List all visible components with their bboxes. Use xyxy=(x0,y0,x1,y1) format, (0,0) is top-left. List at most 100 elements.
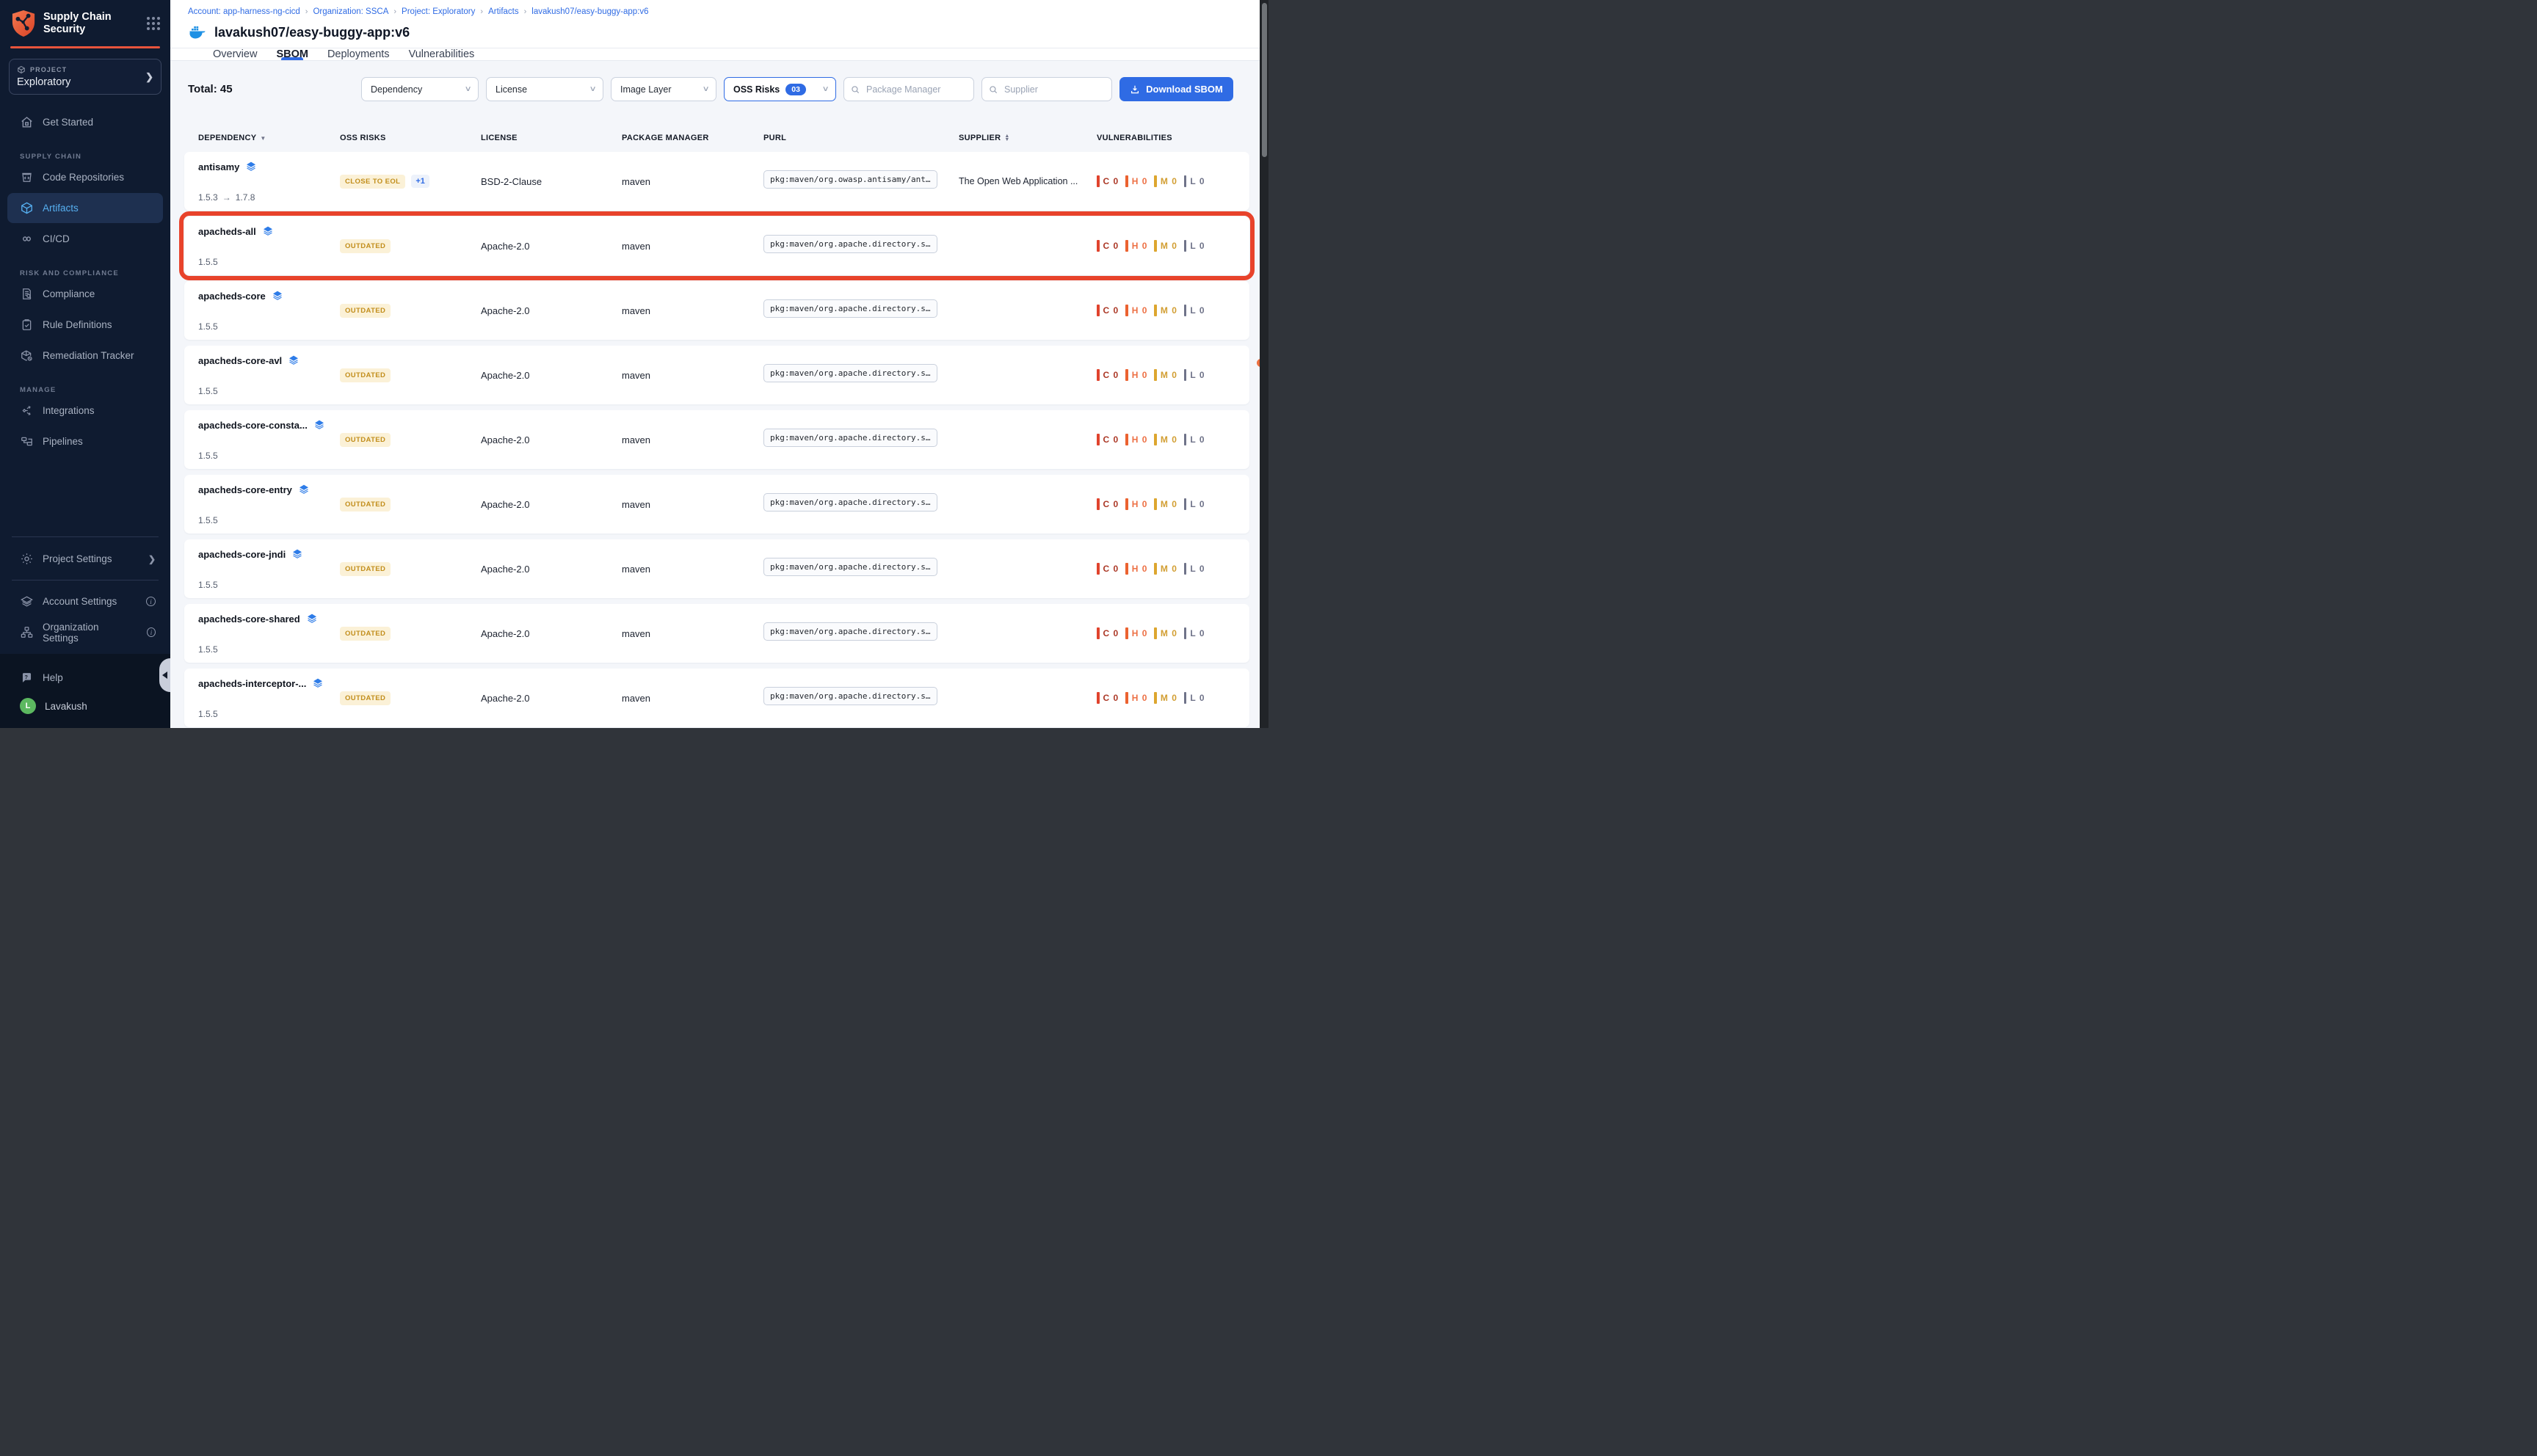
sidebar-item-code-repositories[interactable]: Code Repositories xyxy=(7,162,163,192)
breadcrumb-link[interactable]: Project: Exploratory xyxy=(402,7,475,16)
sidebar-item-integrations[interactable]: Integrations xyxy=(7,396,163,426)
vuln-count-h: H 0 xyxy=(1125,240,1147,252)
svg-text:?: ? xyxy=(24,673,28,680)
search-icon xyxy=(988,84,998,95)
vuln-count-m: M 0 xyxy=(1154,175,1177,187)
sidebar-item-label: Organization Settings xyxy=(43,622,129,644)
project-selector[interactable]: PROJECT Exploratory ❯ xyxy=(9,59,161,95)
package-manager-value: maven xyxy=(622,434,763,445)
column-header-supplier[interactable]: SUPPLIER▲▼ xyxy=(959,134,1097,142)
vuln-count-c: C 0 xyxy=(1097,369,1119,381)
vuln-count-h: H 0 xyxy=(1125,498,1147,510)
nodes-icon xyxy=(20,404,34,418)
sidebar-item-compliance[interactable]: Compliance xyxy=(7,279,163,309)
vuln-count-c: C 0 xyxy=(1097,692,1119,704)
sidebar-collapse-handle[interactable] xyxy=(159,658,170,692)
sidebar-divider xyxy=(12,536,159,537)
supplier-input[interactable] xyxy=(1003,84,1106,95)
oss-risk-badge: CLOSE TO EOL xyxy=(340,175,405,189)
table-row[interactable]: apacheds-core-consta... 1.5.5 OUTDATED A… xyxy=(184,410,1249,469)
scrollbar-thumb[interactable] xyxy=(1262,3,1267,157)
table-row[interactable]: apacheds-core-shared 1.5.5 OUTDATED Apac… xyxy=(184,604,1249,663)
table-row[interactable]: apacheds-core-entry 1.5.5 OUTDATED Apach… xyxy=(184,475,1249,534)
table-row[interactable]: apacheds-core-avl 1.5.5 OUTDATED Apache-… xyxy=(184,346,1249,404)
vuln-count-c: C 0 xyxy=(1097,175,1119,187)
table-row[interactable]: apacheds-core 1.5.5 OUTDATED Apache-2.0 … xyxy=(184,281,1249,340)
supply-chain-security-logo-icon xyxy=(11,10,36,37)
user-name: Lavakush xyxy=(45,701,87,712)
sidebar-section-label: MANAGE xyxy=(20,386,170,394)
oss-risk-more-badge[interactable]: +1 xyxy=(411,175,429,188)
vulnerability-counts: C 0H 0M 0L 0 xyxy=(1097,175,1249,187)
image-layer-filter[interactable]: Image Layer∨ xyxy=(611,77,716,101)
breadcrumb-separator-icon: › xyxy=(480,7,483,16)
vulnerability-counts: C 0H 0M 0L 0 xyxy=(1097,692,1249,704)
dependency-filter[interactable]: Dependency∨ xyxy=(361,77,479,101)
clipboard-icon xyxy=(20,318,34,332)
user-menu[interactable]: L Lavakush xyxy=(7,692,163,720)
column-header-dependency[interactable]: DEPENDENCY▼ xyxy=(198,134,340,142)
sidebar-item-rule-definitions[interactable]: Rule Definitions xyxy=(7,310,163,340)
tab-sbom[interactable]: SBOM xyxy=(276,48,308,60)
dependency-version: 1.5.5 xyxy=(198,644,340,655)
sidebar-item-account-settings[interactable]: Account Settingsi xyxy=(7,586,163,616)
purl-value[interactable]: pkg:maven/org.apache.directory.s… xyxy=(763,235,937,253)
page-scrollbar[interactable] xyxy=(1260,0,1268,728)
oss-risks-filter[interactable]: OSS Risks 03 ∨ xyxy=(724,77,836,101)
sidebar-item-ci-cd[interactable]: CI/CD xyxy=(7,224,163,254)
sidebar-item-help[interactable]: ? Help xyxy=(7,663,163,691)
purl-value[interactable]: pkg:maven/org.apache.directory.s… xyxy=(763,622,937,641)
tab-vulnerabilities[interactable]: Vulnerabilities xyxy=(409,48,475,60)
sidebar-item-pipelines[interactable]: Pipelines xyxy=(7,426,163,456)
purl-value[interactable]: pkg:maven/org.apache.directory.s… xyxy=(763,558,937,576)
info-icon[interactable]: i xyxy=(147,627,156,637)
breadcrumb-link[interactable]: lavakush07/easy-buggy-app:v6 xyxy=(531,7,648,16)
breadcrumb-link[interactable]: Artifacts xyxy=(488,7,519,16)
infinity-icon xyxy=(20,232,34,246)
package-manager-value: maven xyxy=(622,176,763,187)
repo-icon xyxy=(20,170,34,184)
tab-overview[interactable]: Overview xyxy=(213,48,257,60)
layers-icon xyxy=(288,354,300,366)
purl-value[interactable]: pkg:maven/org.owasp.antisamy/ant… xyxy=(763,170,937,189)
oss-risk-badge: OUTDATED xyxy=(340,304,391,318)
table-row[interactable]: apacheds-all 1.5.5 OUTDATED Apache-2.0 m… xyxy=(184,216,1249,275)
package-manager-value: maven xyxy=(622,305,763,316)
supplier-value: The Open Web Application ... xyxy=(959,176,1097,186)
home-icon xyxy=(20,115,34,129)
package-manager-input[interactable] xyxy=(865,84,968,95)
license-filter[interactable]: License∨ xyxy=(486,77,603,101)
table-row[interactable]: apacheds-core-jndi 1.5.5 OUTDATED Apache… xyxy=(184,539,1249,598)
vuln-count-c: C 0 xyxy=(1097,240,1119,252)
sidebar-item-project-settings[interactable]: Project Settings❯ xyxy=(7,544,163,574)
sidebar-item-remediation-tracker[interactable]: Remediation Tracker xyxy=(7,341,163,371)
dependency-name: apacheds-core-shared xyxy=(198,614,300,625)
table-row[interactable]: apacheds-interceptor-... 1.5.5 OUTDATED … xyxy=(184,669,1249,727)
vuln-count-m: M 0 xyxy=(1154,240,1177,252)
brand-accent-rule xyxy=(10,46,160,48)
vulnerability-counts: C 0H 0M 0L 0 xyxy=(1097,369,1249,381)
info-icon[interactable]: i xyxy=(146,597,156,606)
table-row[interactable]: antisamy 1.5.3→1.7.8 CLOSE TO EOL+1 BSD-… xyxy=(184,152,1249,211)
sidebar-item-organization-settings[interactable]: Organization Settings i xyxy=(7,617,163,647)
oss-risk-badge: OUTDATED xyxy=(340,627,391,641)
download-sbom-button[interactable]: Download SBOM xyxy=(1119,77,1233,101)
sidebar-item-get-started[interactable]: Get Started xyxy=(7,107,163,137)
purl-value[interactable]: pkg:maven/org.apache.directory.s… xyxy=(763,687,937,705)
vuln-count-l: L 0 xyxy=(1184,369,1205,381)
module-grid-icon[interactable] xyxy=(147,17,160,30)
purl-value[interactable]: pkg:maven/org.apache.directory.s… xyxy=(763,493,937,512)
breadcrumb-link[interactable]: Account: app-harness-ng-cicd xyxy=(188,7,300,16)
tab-deployments[interactable]: Deployments xyxy=(327,48,390,60)
purl-value[interactable]: pkg:maven/org.apache.directory.s… xyxy=(763,429,937,447)
sidebar-bottom: ? Help L Lavakush xyxy=(0,654,170,728)
dependency-name: apacheds-core-consta... xyxy=(198,420,308,431)
help-chat-icon: ? xyxy=(20,671,34,685)
vulnerability-counts: C 0H 0M 0L 0 xyxy=(1097,240,1249,252)
breadcrumb: Account: app-harness-ng-cicd › Organizatio… xyxy=(188,7,1268,16)
purl-value[interactable]: pkg:maven/org.apache.directory.s… xyxy=(763,364,937,382)
sidebar-item-label: Get Started xyxy=(43,117,93,128)
breadcrumb-link[interactable]: Organization: SSCA xyxy=(313,7,388,16)
purl-value[interactable]: pkg:maven/org.apache.directory.s… xyxy=(763,299,937,318)
sidebar-item-artifacts[interactable]: Artifacts xyxy=(7,193,163,223)
